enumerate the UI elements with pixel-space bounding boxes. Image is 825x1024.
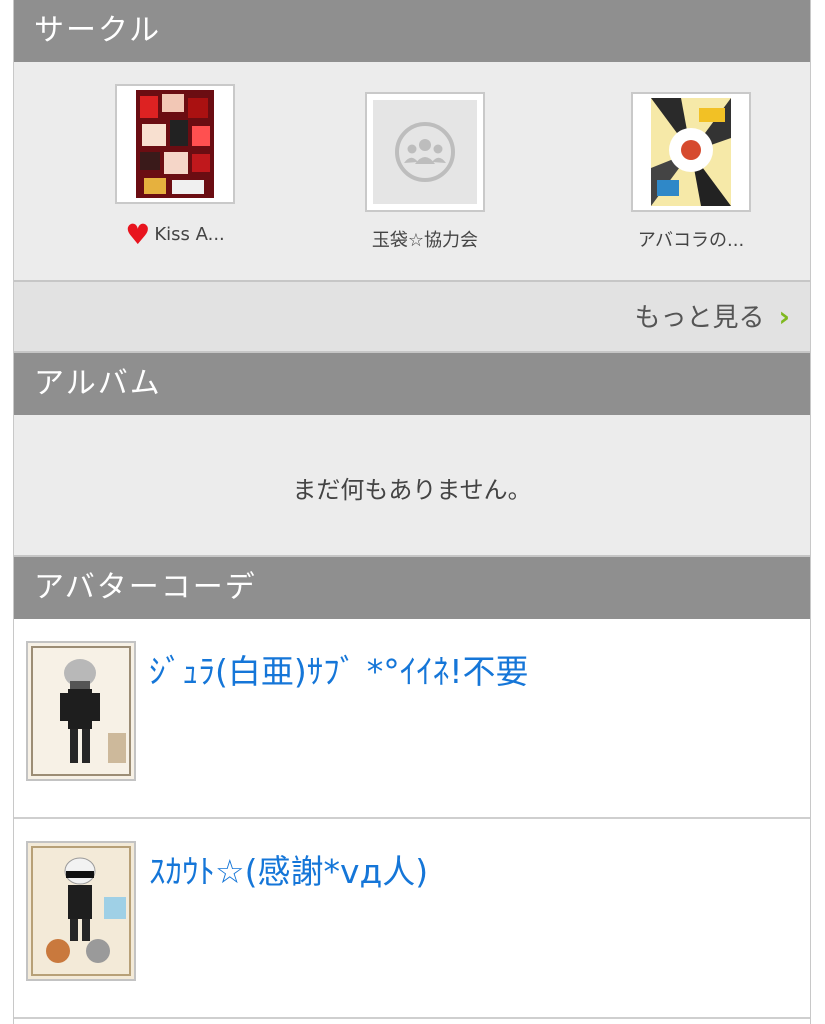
coord-thumbnail[interactable] xyxy=(26,641,136,781)
profile-content: サークル ♥ Kiss A... 玉袋☆協力会 アバコラの... もっと見る ›… xyxy=(13,0,811,1024)
more-circles-link[interactable]: もっと見る › xyxy=(14,282,810,353)
circle-thumbnail[interactable] xyxy=(365,92,485,212)
chevron-right-icon: › xyxy=(778,300,790,333)
album-section-header: アルバム xyxy=(14,353,810,415)
circle-name-abacola[interactable]: アバコラの... xyxy=(591,226,791,252)
circle-section-header: サークル xyxy=(14,0,810,62)
circle-thumbnail[interactable] xyxy=(115,84,235,204)
circle-item-tamabukuro[interactable]: 玉袋☆協力会 xyxy=(325,92,525,252)
circle-item-abacola[interactable]: アバコラの... xyxy=(591,92,791,252)
avatar-image xyxy=(28,843,134,979)
circle-image-collage xyxy=(136,90,214,198)
circle-name-tamabukuro[interactable]: 玉袋☆協力会 xyxy=(325,226,525,252)
avatar-image xyxy=(28,643,134,779)
coord-title-link[interactable]: ｽｶｳﾄ☆(感謝*vд人) xyxy=(149,845,428,893)
coord-item[interactable]: ｽｶｳﾄ☆(感謝*vд人) xyxy=(14,819,810,1019)
coord-thumbnail[interactable] xyxy=(26,841,136,981)
circle-item-kiss[interactable]: ♥ Kiss A... xyxy=(75,84,275,251)
album-empty-message: まだ何もありません。 xyxy=(14,415,810,557)
more-label: もっと見る xyxy=(634,303,765,333)
group-icon xyxy=(395,122,455,182)
circle-panel: ♥ Kiss A... 玉袋☆協力会 アバコラの... xyxy=(14,62,810,282)
circle-name-kiss[interactable]: Kiss A... xyxy=(154,224,224,245)
circle-image-comic xyxy=(651,98,731,206)
circle-thumbnail[interactable] xyxy=(631,92,751,212)
heart-icon: ♥ xyxy=(125,218,151,251)
coord-item[interactable]: ｼﾞｭﾗ(白亜)ｻﾌﾞ *°ｲｲﾈ!不要 xyxy=(14,619,810,819)
coord-section-header: アバターコーデ xyxy=(14,557,810,619)
coord-title-link[interactable]: ｼﾞｭﾗ(白亜)ｻﾌﾞ *°ｲｲﾈ!不要 xyxy=(149,645,528,693)
